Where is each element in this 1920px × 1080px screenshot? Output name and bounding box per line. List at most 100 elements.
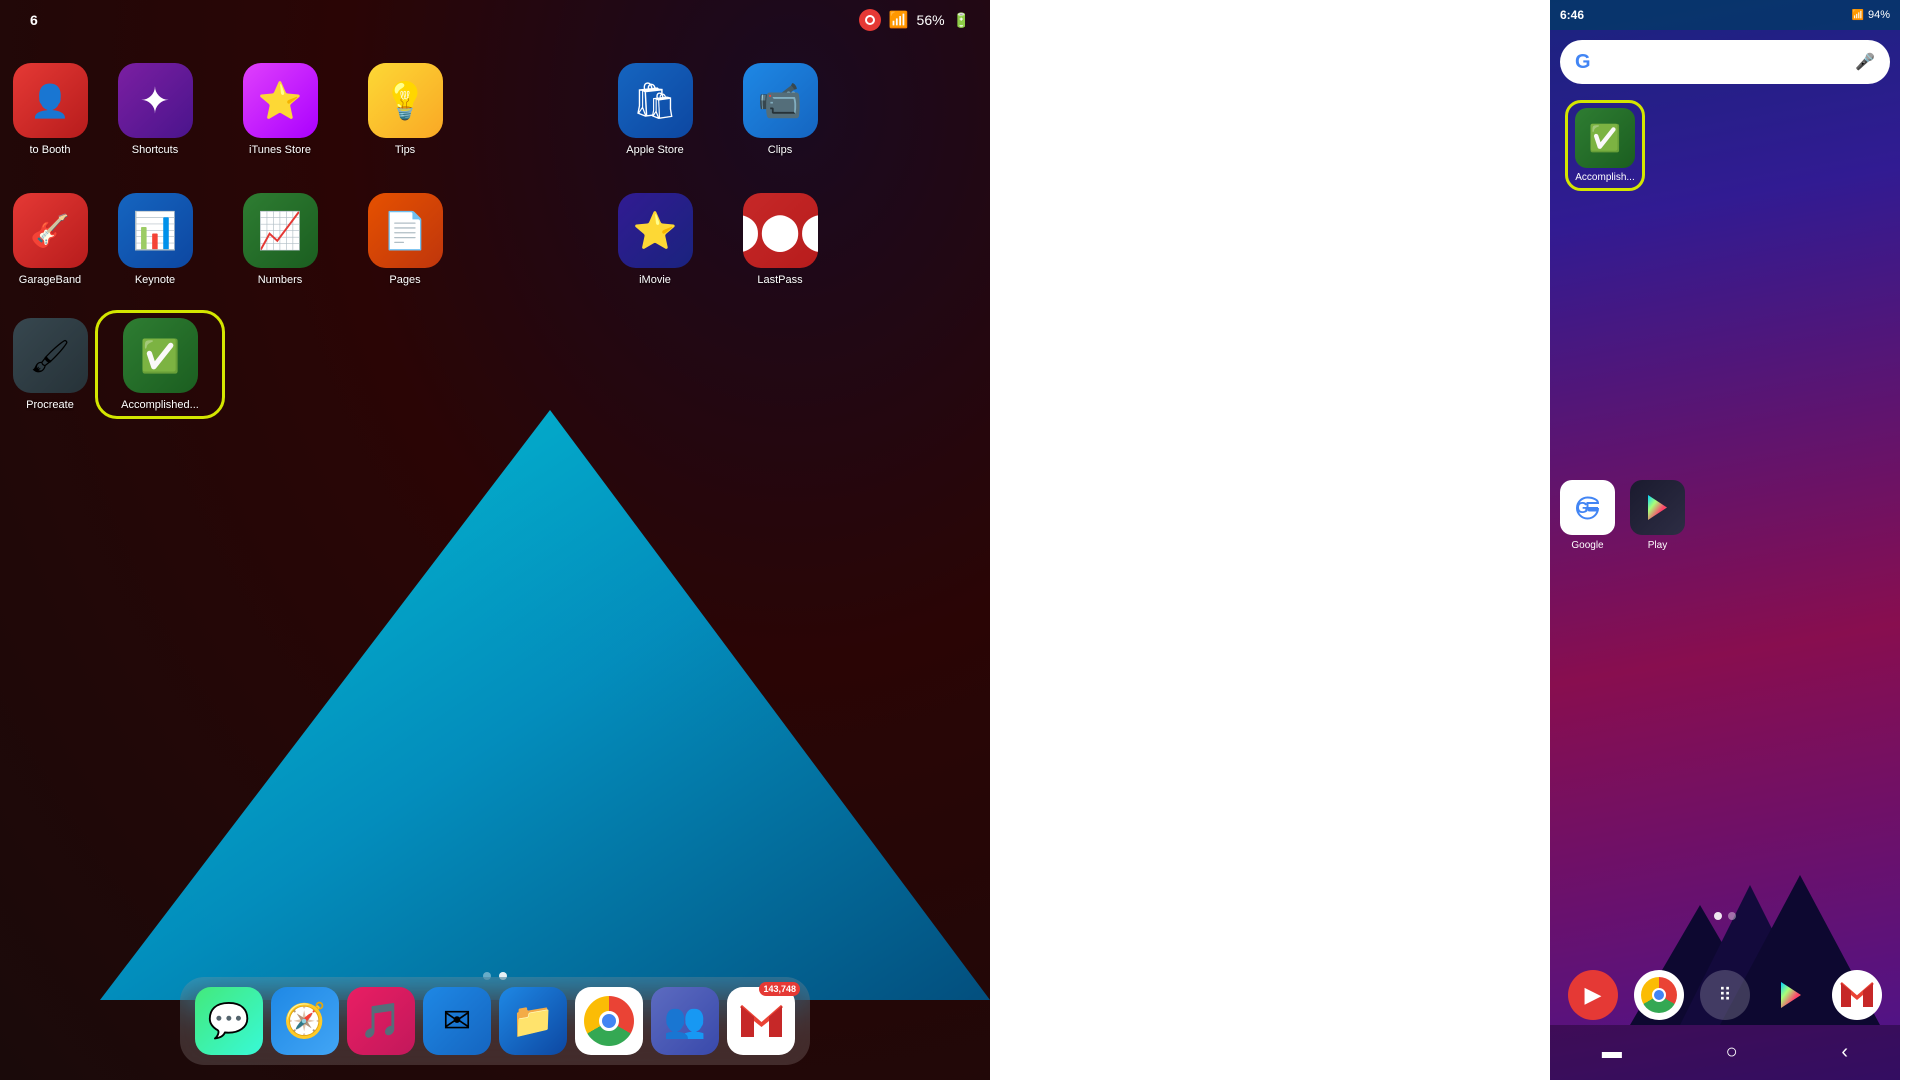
lastpass-icon: ⬤⬤⬤	[743, 193, 818, 268]
garageband-label: GarageBand	[19, 274, 81, 286]
app-item-tips[interactable]: 💡 Tips	[345, 55, 465, 156]
android-dot-2[interactable]	[1728, 912, 1736, 920]
safari-dock-icon: 🧭	[271, 987, 339, 1055]
itunes-icon: ⭐	[243, 63, 318, 138]
android-nav-bar: ▬ ○ ‹	[1550, 1025, 1900, 1080]
android-dock-play[interactable]	[1766, 970, 1816, 1020]
google-app-label: Google	[1571, 540, 1603, 551]
accomplished-label: Accomplished...	[121, 399, 199, 411]
procreate-icon: 🖌	[13, 318, 88, 393]
app-item-lastpass[interactable]: ⬤⬤⬤ LastPass	[720, 185, 840, 286]
android-battery: 94%	[1868, 9, 1890, 21]
google-app-icon: G	[1560, 480, 1615, 535]
teams-dock-icon: 👥	[651, 987, 719, 1055]
android-dock-apps[interactable]: ⠿	[1700, 970, 1750, 1020]
pages-icon: 📄	[368, 193, 443, 268]
android-screen: 6:46 📶 94% G 🎤 ✅ Accomplish... G	[1550, 0, 1900, 1080]
apple-store-label: Apple Store	[626, 144, 683, 156]
dock-item-messages[interactable]: 💬	[195, 987, 263, 1055]
app-item-accomplished[interactable]: ✅ Accomplished...	[95, 310, 225, 419]
itunes-label: iTunes Store	[249, 144, 311, 156]
android-accomplished-app[interactable]: ✅ Accomplish...	[1565, 100, 1645, 191]
apple-store-icon: 🛍	[618, 63, 693, 138]
procreate-label: Procreate	[26, 399, 74, 411]
ipad-screen: 6 📶 56% 🔋 👤 to Booth ✦ Shortcuts	[0, 0, 990, 1080]
dock-item-mail[interactable]: ✉	[423, 987, 491, 1055]
status-icons: 📶 56% 🔋	[859, 9, 970, 31]
mail-dock-icon: ✉	[423, 987, 491, 1055]
android-recent-button[interactable]: ‹	[1841, 1041, 1848, 1064]
android-page-dots	[1714, 912, 1736, 920]
app-row-1: 👤 to Booth ✦ Shortcuts ⭐ iTunes Store 💡 …	[0, 55, 990, 156]
files-dock-icon: 📁	[499, 987, 567, 1055]
numbers-icon: 📈	[243, 193, 318, 268]
android-accomplished-label: Accomplish...	[1575, 172, 1634, 183]
app-row-2: 🎸 GarageBand 📊 Keynote 📈 Numbers 📄 Pages	[0, 185, 990, 286]
android-app-google[interactable]: G Google	[1560, 480, 1615, 551]
app-item-clips[interactable]: 📹 Clips	[720, 55, 840, 156]
android-app-play[interactable]: Play	[1630, 480, 1685, 551]
android-dot-1[interactable]	[1714, 912, 1722, 920]
android-apps-row: G Google	[1560, 480, 1890, 551]
pages-label: Pages	[389, 274, 420, 286]
ipad-time: 6	[30, 12, 38, 28]
android-home-button[interactable]: ○	[1726, 1041, 1738, 1064]
wifi-icon: 📶	[889, 10, 909, 30]
lastpass-label: LastPass	[757, 274, 802, 286]
app-item-itunes[interactable]: ⭐ iTunes Store	[220, 55, 340, 156]
photo-booth-icon: 👤	[13, 63, 88, 138]
garageband-icon: 🎸	[13, 193, 88, 268]
dock-item-gmail[interactable]: 143,748	[727, 987, 795, 1055]
dock-item-safari[interactable]: 🧭	[271, 987, 339, 1055]
android-dock-youtube[interactable]: ▶	[1568, 970, 1618, 1020]
microphone-icon[interactable]: 🎤	[1855, 52, 1875, 72]
play-app-label: Play	[1648, 540, 1667, 551]
app-item-numbers[interactable]: 📈 Numbers	[220, 185, 340, 286]
google-search-bar[interactable]: G 🎤	[1560, 40, 1890, 84]
clips-label: Clips	[768, 144, 792, 156]
app-item-apple-store[interactable]: 🛍 Apple Store	[595, 55, 715, 156]
record-button[interactable]	[859, 9, 881, 31]
app-row-3: 🖌 Procreate ✅ Accomplished...	[0, 310, 990, 419]
dock-item-chrome[interactable]	[575, 987, 643, 1055]
app-item-keynote[interactable]: 📊 Keynote	[95, 185, 215, 286]
imovie-icon: ⭐	[618, 193, 693, 268]
shortcuts-icon: ✦	[118, 63, 193, 138]
shortcuts-label: Shortcuts	[132, 144, 178, 156]
app-item-photo-booth[interactable]: 👤 to Booth	[10, 55, 90, 156]
android-dock-chrome[interactable]	[1634, 970, 1684, 1020]
clips-icon: 📹	[743, 63, 818, 138]
android-status-icons: 📶 94%	[1852, 9, 1890, 21]
music-dock-icon: 🎵	[347, 987, 415, 1055]
teal-decorative-shape	[0, 400, 990, 1000]
battery-icon: 🔋	[953, 12, 970, 29]
gmail-badge: 143,748	[759, 982, 800, 996]
chrome-center	[1652, 988, 1666, 1002]
svg-text:G: G	[1576, 500, 1588, 517]
imovie-label: iMovie	[639, 274, 671, 286]
dock-item-music[interactable]: 🎵	[347, 987, 415, 1055]
messages-dock-icon: 💬	[195, 987, 263, 1055]
chrome-dock-icon	[575, 987, 643, 1055]
keynote-label: Keynote	[135, 274, 175, 286]
photo-booth-label: to Booth	[30, 144, 71, 156]
android-signal-icon: 📶	[1852, 10, 1864, 21]
android-accomplished-icon: ✅	[1575, 108, 1635, 168]
ipad-status-bar: 6 📶 56% 🔋	[0, 0, 990, 40]
play-app-icon	[1630, 480, 1685, 535]
app-item-garageband[interactable]: 🎸 GarageBand	[10, 185, 90, 286]
dock-item-files[interactable]: 📁	[499, 987, 567, 1055]
android-back-button[interactable]: ▬	[1602, 1041, 1622, 1064]
gmail-dock-icon	[727, 987, 795, 1055]
app-item-pages[interactable]: 📄 Pages	[345, 185, 465, 286]
battery-percent: 56%	[917, 12, 945, 28]
keynote-icon: 📊	[118, 193, 193, 268]
app-item-procreate[interactable]: 🖌 Procreate	[10, 310, 90, 411]
app-item-imovie[interactable]: ⭐ iMovie	[595, 185, 715, 286]
android-dock-gmail[interactable]	[1832, 970, 1882, 1020]
app-item-shortcuts[interactable]: ✦ Shortcuts	[95, 55, 215, 156]
android-status-bar: 6:46 📶 94%	[1550, 0, 1900, 30]
accomplished-icon: ✅	[123, 318, 198, 393]
android-time: 6:46	[1560, 8, 1584, 22]
dock-item-teams[interactable]: 👥	[651, 987, 719, 1055]
